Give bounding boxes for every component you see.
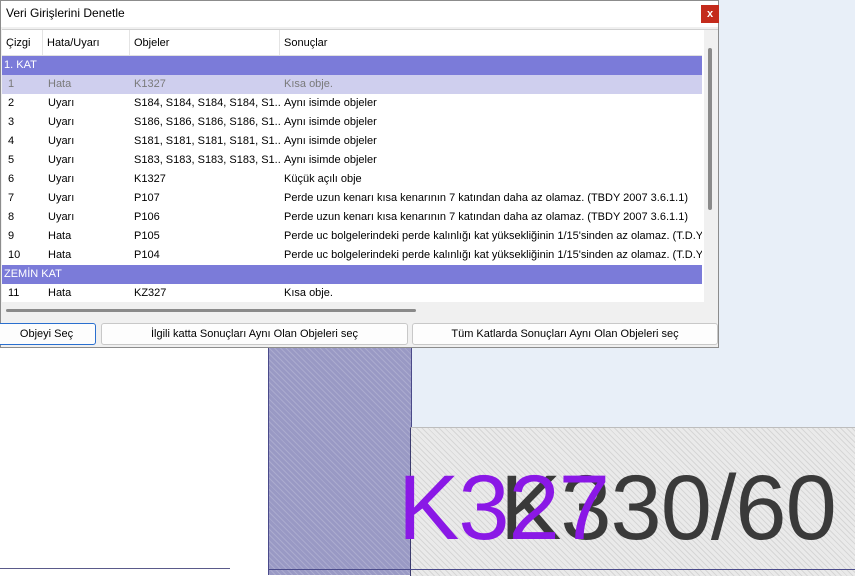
row-type: Hata (48, 287, 72, 299)
table-row[interactable]: 8 Uyarı P106 Perde uzun kenarı kısa kena… (2, 208, 702, 227)
column-header-type[interactable]: Hata/Uyarı (43, 30, 130, 55)
row-line: 8 (8, 211, 15, 223)
close-button[interactable]: x (701, 5, 719, 23)
row-line: 2 (8, 97, 15, 109)
results-list[interactable]: Çizgi Hata/Uyarı Objeler Sonuçlar 1. KAT… (2, 29, 718, 318)
table-row[interactable]: 7 Uyarı P107 Perde uzun kenarı kısa kena… (2, 189, 702, 208)
row-type: Uyarı (48, 192, 75, 204)
row-line: 7 (8, 192, 15, 204)
row-objects: K1327 (134, 78, 166, 90)
row-objects: S183, S183, S183, S183, S1... (134, 154, 280, 166)
row-objects: KZ327 (134, 287, 167, 299)
row-type: Uyarı (48, 97, 75, 109)
table-row[interactable]: 9 Hata P105 Perde uc bolgelerindeki perd… (2, 227, 702, 246)
vertical-scroll-thumb[interactable] (708, 48, 712, 210)
row-result: Aynı isimde objeler (284, 154, 377, 166)
row-objects: S184, S184, S184, S184, S1... (134, 97, 280, 109)
column-header-line[interactable]: Çizgi (2, 30, 43, 55)
row-objects: P106 (134, 211, 160, 223)
list-rows: 1. KAT 1 Hata K1327 Kısa obje. 2 Uyarı S… (2, 56, 702, 303)
table-row[interactable]: 4 Uyarı S181, S181, S181, S181, S1... Ay… (2, 132, 702, 151)
row-line: 5 (8, 154, 15, 166)
row-line: 1 (8, 78, 15, 90)
scrollbar-corner (704, 302, 718, 318)
row-result: Aynı isimde objeler (284, 116, 377, 128)
row-line: 3 (8, 116, 15, 128)
row-type: Uyarı (48, 135, 75, 147)
table-row[interactable]: 3 Uyarı S186, S186, S186, S186, S1... Ay… (2, 113, 702, 132)
horizontal-scroll-thumb[interactable] (6, 309, 416, 312)
row-objects: S181, S181, S181, S181, S1... (134, 135, 280, 147)
row-result: Kısa obje. (284, 287, 333, 299)
horizontal-scrollbar[interactable] (2, 302, 704, 318)
column-header-objects[interactable]: Objeler (130, 30, 280, 55)
select-same-floor-button[interactable]: İlgili katta Sonuçları Aynı Olan Objeler… (101, 323, 408, 345)
row-result: Aynı isimde objeler (284, 97, 377, 109)
row-result: Perde uc bolgelerindeki perde kalınlığı … (284, 249, 702, 261)
row-line: 4 (8, 135, 15, 147)
list-header: Çizgi Hata/Uyarı Objeler Sonuçlar (2, 30, 702, 56)
drawing-line (0, 568, 230, 569)
group-header[interactable]: 1. KAT (2, 56, 702, 75)
row-type: Uyarı (48, 173, 75, 185)
select-all-floors-button[interactable]: Tüm Katlarda Sonuçları Aynı Olan Objeler… (412, 323, 718, 345)
row-type: Hata (48, 249, 72, 261)
row-type: Uyarı (48, 116, 75, 128)
vertical-scrollbar[interactable] (704, 30, 718, 302)
row-line: 6 (8, 173, 15, 185)
title-bar[interactable]: Veri Girişlerini Denetle x (1, 1, 719, 27)
row-objects: P104 (134, 249, 160, 261)
row-result: Küçük açılı obje (284, 173, 362, 185)
row-result: Perde uzun kenarı kısa kenarının 7 katın… (284, 192, 688, 204)
column-header-results[interactable]: Sonuçlar (280, 30, 702, 55)
row-type: Uyarı (48, 154, 75, 166)
check-inputs-dialog: Veri Girişlerini Denetle x Çizgi Hata/Uy… (0, 0, 719, 348)
row-objects: K1327 (134, 173, 166, 185)
row-objects: P105 (134, 230, 160, 242)
table-row[interactable]: 1 Hata K1327 Kısa obje. (2, 75, 702, 94)
row-line: 11 (8, 287, 20, 299)
table-row[interactable]: 2 Uyarı S184, S184, S184, S184, S1... Ay… (2, 94, 702, 113)
group-header[interactable]: ZEMİN KAT (2, 265, 702, 284)
table-row[interactable]: 6 Uyarı K1327 Küçük açılı obje (2, 170, 702, 189)
window-title: Veri Girişlerini Denetle (6, 6, 125, 20)
row-result: Perde uc bolgelerindeki perde kalınlığı … (284, 230, 702, 242)
row-objects: S186, S186, S186, S186, S1... (134, 116, 280, 128)
select-object-button[interactable]: Objeyi Seç (0, 323, 96, 345)
table-row[interactable]: 10 Hata P104 Perde uc bolgelerindeki per… (2, 246, 702, 265)
row-type: Uyarı (48, 211, 75, 223)
row-result: Perde uzun kenarı kısa kenarının 7 katın… (284, 211, 688, 223)
cad-label-object: K327 (398, 457, 610, 559)
table-row[interactable]: 5 Uyarı S183, S183, S183, S183, S1... Ay… (2, 151, 702, 170)
row-result: Aynı isimde objeler (284, 135, 377, 147)
row-line: 10 (8, 249, 21, 261)
row-type: Hata (48, 230, 72, 242)
row-line: 9 (8, 230, 15, 242)
table-row[interactable]: 11 Hata KZ327 Kısa obje. (2, 284, 702, 303)
row-objects: P107 (134, 192, 160, 204)
row-type: Hata (48, 78, 72, 90)
row-result: Kısa obje. (284, 78, 333, 90)
drawing-line (268, 569, 855, 570)
